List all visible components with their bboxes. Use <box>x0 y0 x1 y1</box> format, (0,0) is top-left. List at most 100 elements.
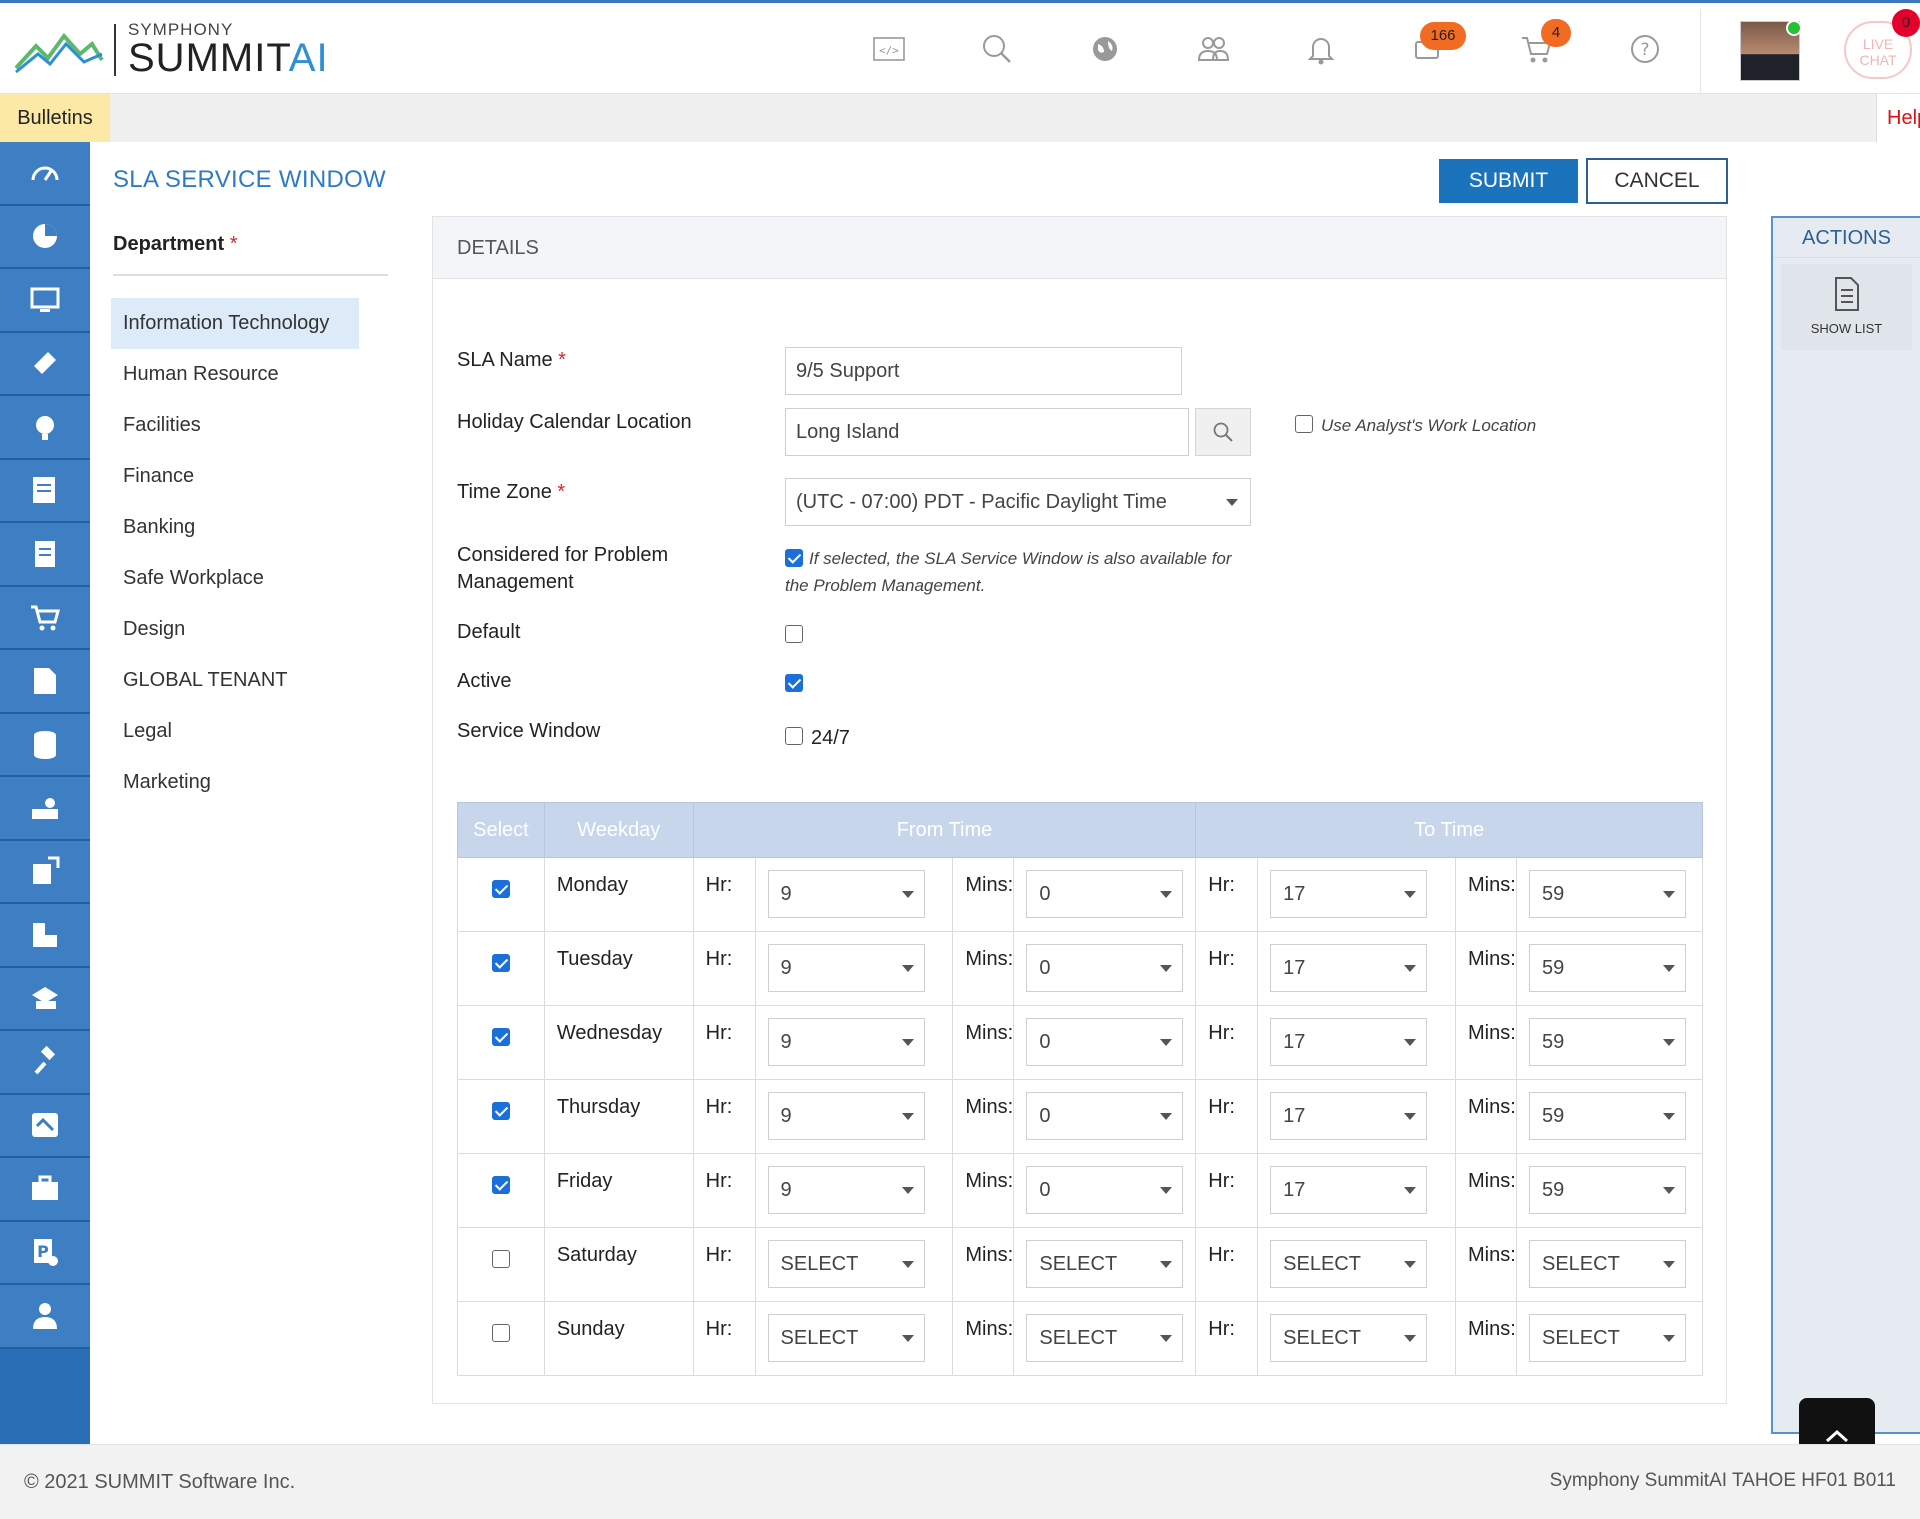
show-list-button[interactable]: SHOW LIST <box>1781 264 1912 350</box>
use-analyst-location-checkbox[interactable] <box>1295 415 1313 433</box>
weekday-select-checkbox[interactable] <box>492 1250 510 1268</box>
department-item[interactable]: Design <box>111 604 361 655</box>
from-hour-select[interactable]: 9 <box>767 1092 925 1140</box>
department-item[interactable]: Marketing <box>111 757 361 808</box>
nav-item-2[interactable] <box>0 269 90 333</box>
p-badge-icon: P <box>34 1239 58 1267</box>
from-minute-select[interactable]: 0 <box>1026 1166 1184 1214</box>
to-mins-label: Mins: <box>1455 931 1517 1006</box>
department-item[interactable]: Safe Workplace <box>111 553 361 604</box>
cart-count-badge: 4 <box>1541 19 1571 47</box>
problem-management-note: If selected, the SLA Service Window is a… <box>785 549 1232 595</box>
bulletins-help-link[interactable]: Help <box>1876 94 1920 142</box>
department-item[interactable]: GLOBAL TENANT <box>111 655 361 706</box>
help-icon[interactable]: ? <box>1623 27 1667 71</box>
department-item[interactable]: Information Technology <box>111 298 359 349</box>
to-mins-label: Mins: <box>1455 1301 1517 1376</box>
edit-document-icon <box>34 667 56 694</box>
nav-item-9[interactable] <box>0 713 90 777</box>
weekday-select-checkbox[interactable] <box>492 1176 510 1194</box>
from-hour-select[interactable]: SELECT <box>767 1240 925 1288</box>
from-minute-select[interactable]: SELECT <box>1026 1240 1184 1288</box>
from-hour-select[interactable]: 9 <box>767 870 925 918</box>
logo-mountain-icon <box>14 32 104 73</box>
globe-icon[interactable] <box>1083 27 1127 71</box>
from-minute-select[interactable]: SELECT <box>1026 1314 1184 1362</box>
nav-item-10[interactable] <box>0 777 90 841</box>
sla-name-input[interactable]: 9/5 Support <box>785 347 1182 395</box>
department-item[interactable]: Human Resource <box>111 349 361 400</box>
from-minute-select[interactable]: 0 <box>1026 1092 1184 1140</box>
bulletins-tab[interactable]: Bulletins <box>0 94 110 142</box>
nav-item-14[interactable] <box>0 1031 90 1095</box>
from-mins-label: Mins: <box>952 1301 1015 1376</box>
from-hour-select[interactable]: 9 <box>767 944 925 992</box>
to-minute-select[interactable]: SELECT <box>1528 1240 1686 1288</box>
nav-item-6[interactable] <box>0 523 90 587</box>
database-icon <box>34 731 56 760</box>
weekday-select-checkbox[interactable] <box>492 1324 510 1342</box>
nav-item-1[interactable] <box>0 205 90 269</box>
bell-icon[interactable] <box>1299 27 1343 71</box>
to-hour-select[interactable]: 17 <box>1270 1092 1428 1140</box>
weekday-select-checkbox[interactable] <box>492 954 510 972</box>
summitai-logo[interactable]: SYMPHONY SUMMITAI <box>14 21 329 78</box>
from-hr-label: Hr: <box>692 1301 756 1376</box>
code-icon[interactable]: </> <box>867 27 911 71</box>
holiday-calendar-input[interactable]: Long Island <box>785 408 1189 456</box>
from-mins-label: Mins: <box>952 931 1015 1006</box>
from-hr-label: Hr: <box>692 1227 756 1302</box>
from-hour-select[interactable]: SELECT <box>767 1314 925 1362</box>
from-hour-select[interactable]: 9 <box>767 1018 925 1066</box>
nav-item-0[interactable] <box>0 142 90 206</box>
pie-chart-icon <box>33 224 57 249</box>
nav-item-8[interactable] <box>0 650 90 714</box>
active-checkbox[interactable] <box>785 674 803 692</box>
time-zone-select[interactable]: (UTC - 07:00) PDT - Pacific Daylight Tim… <box>785 478 1251 526</box>
nav-item-17[interactable]: P <box>0 1221 90 1285</box>
nav-item-18[interactable] <box>0 1285 90 1349</box>
nav-item-5[interactable] <box>0 459 90 523</box>
to-hour-select[interactable]: 17 <box>1270 1166 1428 1214</box>
from-minute-select[interactable]: 0 <box>1026 870 1184 918</box>
nav-item-7[interactable] <box>0 586 90 650</box>
to-hour-select[interactable]: 17 <box>1270 870 1428 918</box>
nav-item-11[interactable] <box>0 840 90 904</box>
to-minute-select[interactable]: 59 <box>1528 1166 1686 1214</box>
from-minute-select[interactable]: 0 <box>1026 1018 1184 1066</box>
nav-item-3[interactable] <box>0 332 90 396</box>
department-item[interactable]: Finance <box>111 451 361 502</box>
to-hour-select[interactable]: SELECT <box>1270 1240 1428 1288</box>
users-icon[interactable] <box>1191 27 1235 71</box>
weekday-select-checkbox[interactable] <box>492 1028 510 1046</box>
department-item[interactable]: Banking <box>111 502 361 553</box>
from-hour-select[interactable]: 9 <box>767 1166 925 1214</box>
left-navigation: P <box>0 142 90 1444</box>
search-icon[interactable] <box>975 27 1019 71</box>
department-item[interactable]: Legal <box>111 706 361 757</box>
to-minute-select[interactable]: 59 <box>1528 1018 1686 1066</box>
department-item[interactable]: Facilities <box>111 400 361 451</box>
nav-item-4[interactable] <box>0 396 90 460</box>
holiday-search-button[interactable] <box>1195 408 1251 456</box>
to-minute-select[interactable]: 59 <box>1528 870 1686 918</box>
from-minute-select[interactable]: 0 <box>1026 944 1184 992</box>
to-hour-select[interactable]: 17 <box>1270 944 1428 992</box>
weekday-select-checkbox[interactable] <box>492 1102 510 1120</box>
department-divider <box>113 274 388 276</box>
weekday-select-checkbox[interactable] <box>492 880 510 898</box>
to-hour-select[interactable]: SELECT <box>1270 1314 1428 1362</box>
nav-item-16[interactable] <box>0 1158 90 1222</box>
cancel-button[interactable]: CANCEL <box>1586 158 1728 204</box>
to-hour-select[interactable]: 17 <box>1270 1018 1428 1066</box>
to-minute-select[interactable]: 59 <box>1528 944 1686 992</box>
default-checkbox[interactable] <box>785 625 803 643</box>
to-minute-select[interactable]: SELECT <box>1528 1314 1686 1362</box>
nav-item-13[interactable] <box>0 967 90 1031</box>
support-agent-icon <box>36 415 54 440</box>
service-window-247-checkbox[interactable] <box>785 727 803 745</box>
nav-item-12[interactable] <box>0 904 90 968</box>
submit-button[interactable]: SUBMIT <box>1439 159 1578 203</box>
to-minute-select[interactable]: 59 <box>1528 1092 1686 1140</box>
nav-item-15[interactable] <box>0 1094 90 1158</box>
